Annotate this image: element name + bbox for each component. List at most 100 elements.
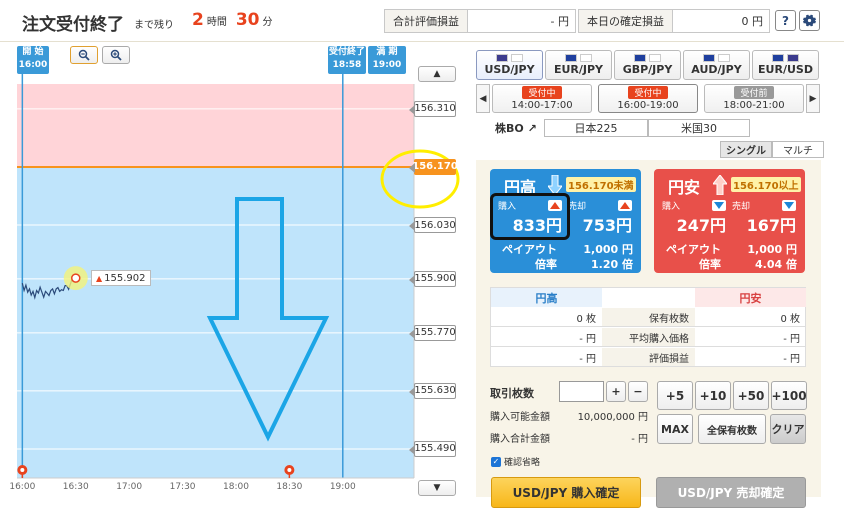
expiry-time: 19:00 <box>372 60 402 70</box>
plus-icon: + <box>611 385 621 398</box>
clear-button[interactable]: クリア <box>770 414 806 444</box>
currency-tab-gbp-jpy[interactable]: GBP/JPY <box>614 50 681 80</box>
low-odds-value: 4.04 倍 <box>755 258 797 271</box>
currency-tab-eur-jpy[interactable]: EUR/JPY <box>545 50 612 80</box>
currency-tab-label: AUD/JPY <box>691 63 742 76</box>
triangle-left-icon: ◀ <box>479 93 487 104</box>
cutoff-time: 18:58 <box>332 60 362 70</box>
currency-tab-label: EUR/USD <box>758 63 813 76</box>
high-sell-price[interactable]: 売却 753円 <box>568 199 632 235</box>
low-odds-label: 倍率 <box>699 258 721 271</box>
help-icon: ? <box>782 13 789 28</box>
triangle-right-icon: ▶ <box>809 93 817 104</box>
quick-add-button[interactable]: +50 <box>733 381 769 410</box>
currency-tab-eur-usd[interactable]: EUR/USD <box>752 50 819 80</box>
skip-confirm-checkbox[interactable]: ✓ 確認省略 <box>491 455 540 468</box>
zoom-out-button[interactable] <box>70 46 98 64</box>
all-holdings-label: 全保有枚数 <box>707 425 757 437</box>
low-sell-price[interactable]: 売却 167円 <box>732 199 796 235</box>
currency-tab-label: USD/JPY <box>484 63 535 76</box>
low-buy-value: 247円 <box>676 216 726 235</box>
total-value: - 円 <box>631 434 648 445</box>
flag-icon <box>565 54 592 62</box>
session-next-button[interactable]: ▶ <box>806 84 820 113</box>
index-tab-dow[interactable]: 米国30 <box>648 119 750 137</box>
session-status: 受付中 <box>522 86 562 99</box>
holdings-row-label: 平均購入価格 <box>602 328 695 347</box>
session-prev-button[interactable]: ◀ <box>476 84 490 113</box>
minus-icon: − <box>633 385 643 398</box>
session-tab[interactable]: 受付中 14:00-17:00 <box>492 84 592 113</box>
qty-plus-button[interactable]: + <box>606 381 626 402</box>
mode-multi-button[interactable]: マルチ <box>772 141 824 158</box>
mode-single-button[interactable]: シングル <box>720 141 772 158</box>
time-axis-label: 18:30 <box>276 482 303 492</box>
hours-unit: 時間 <box>206 17 227 28</box>
price-axis-label: 155.490 <box>409 440 456 457</box>
quick-add-button[interactable]: +100 <box>771 381 807 410</box>
minutes-value: 30 <box>235 10 260 30</box>
settings-button[interactable] <box>799 10 820 31</box>
index-tab-nikkei[interactable]: 日本225 <box>544 119 648 137</box>
all-holdings-button[interactable]: 全保有枚数 <box>698 414 766 444</box>
qty-label: 取引枚数 <box>490 387 534 400</box>
chart-scroll-down-button[interactable]: ▼ <box>418 480 456 496</box>
yen-low-card[interactable]: 円安 156.170以上 購入 247円 売却 167円 ペイアウト 1,000… <box>654 169 805 273</box>
low-payout-value: 1,000 円 <box>747 243 797 256</box>
index-tab-label: 日本225 <box>574 122 618 135</box>
flag-icon <box>772 54 799 62</box>
stock-bo-link[interactable]: 株BO ↗ <box>495 120 537 136</box>
sell-confirm-label: USD/JPY 売却確定 <box>677 486 785 500</box>
high-odds-label: 倍率 <box>535 258 557 271</box>
holdings-low-value: - 円 <box>695 328 806 347</box>
strike-price-label: 156.170 <box>409 158 458 175</box>
header-bar: 注文受付終了 まで残り 2 時間 30 分 合計評価損益 - 円 本日の確定損益… <box>0 0 844 42</box>
quick-add-button[interactable]: +5 <box>657 381 693 410</box>
low-buy-price[interactable]: 購入 247円 <box>662 199 726 235</box>
available-label: 購入可能金額 <box>490 412 550 423</box>
expiry-label: 満 期 <box>376 47 398 57</box>
help-button[interactable]: ? <box>775 10 796 31</box>
low-condition: 156.170以上 <box>731 177 801 192</box>
price-chart[interactable] <box>0 42 462 497</box>
buy-confirm-button[interactable]: USD/JPY 購入確定 <box>491 477 641 508</box>
zoom-in-button[interactable] <box>102 46 130 64</box>
price-axis-label: 155.900 <box>409 270 456 287</box>
price-axis-label: 156.310 <box>409 100 456 117</box>
holdings-table: 円高 円安 0 枚保有枚数 0 枚- 円平均購入価格 - 円- 円評価損益 - 円 <box>490 287 806 367</box>
highlight-box <box>490 193 570 240</box>
currency-tab-label: GBP/JPY <box>622 63 673 76</box>
today-pl-label: 本日の確定損益 <box>579 10 673 32</box>
minutes-unit: 分 <box>262 17 273 28</box>
triangle-up-icon: ▲ <box>433 69 441 79</box>
current-price-label: ▲ 155.902 <box>91 270 151 286</box>
sell-confirm-button[interactable]: USD/JPY 売却確定 <box>656 477 806 508</box>
low-title: 円安 <box>668 178 701 197</box>
holdings-row-label: 評価損益 <box>602 348 695 367</box>
gear-icon <box>803 14 816 27</box>
currency-tab-aud-jpy[interactable]: AUD/JPY <box>683 50 750 80</box>
time-axis-label: 17:00 <box>116 482 143 492</box>
holdings-col-low: 円安 <box>695 288 806 307</box>
session-tab[interactable]: 受付前 18:00-21:00 <box>704 84 804 113</box>
session-time: 14:00-17:00 <box>511 100 573 111</box>
remaining-label: まで残り <box>134 20 174 31</box>
low-sell-label: 売却 <box>732 202 751 212</box>
triangle-up-icon: ▲ <box>96 273 103 283</box>
currency-tab-usd-jpy[interactable]: USD/JPY <box>476 50 543 80</box>
time-axis-label: 19:00 <box>329 482 356 492</box>
currency-tab-label: EUR/JPY <box>553 63 604 76</box>
total-pl-value: - 円 <box>550 15 569 28</box>
session-status: 受付中 <box>628 86 668 99</box>
chart-scroll-up-button[interactable]: ▲ <box>418 66 456 82</box>
qty-input[interactable] <box>559 381 604 402</box>
arrow-down-icon <box>546 174 564 196</box>
arrow-up-icon <box>711 174 729 196</box>
qty-minus-button[interactable]: − <box>628 381 648 402</box>
max-button[interactable]: MAX <box>657 414 693 444</box>
arrow-up-right-icon: ↗ <box>523 122 537 135</box>
page-title: 注文受付終了 <box>22 15 124 35</box>
high-condition: 156.170未満 <box>566 177 636 192</box>
quick-add-button[interactable]: +10 <box>695 381 731 410</box>
session-tab[interactable]: 受付中 16:00-19:00 <box>598 84 698 113</box>
